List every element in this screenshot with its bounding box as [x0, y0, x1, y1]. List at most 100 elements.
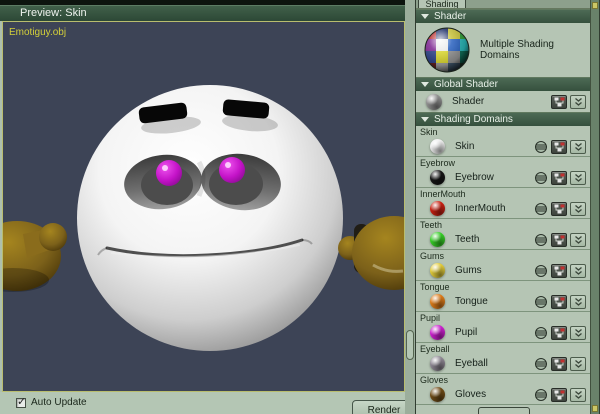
- preview-titlebar: Preview: Skin: [0, 5, 405, 21]
- domain-group: Pupil Pupil: [416, 312, 592, 343]
- shading-panel-content: Shader Multiple Shading Domains Global S…: [416, 9, 592, 414]
- preview-sphere-icon[interactable]: [533, 233, 548, 247]
- partial-button-cutoff[interactable]: [478, 407, 530, 414]
- domain-name: Tongue: [455, 296, 488, 307]
- domain-row[interactable]: Eyebrow: [416, 168, 592, 187]
- domain-group: Gloves Gloves: [416, 374, 592, 405]
- domain-group: Teeth Teeth: [416, 219, 592, 250]
- texture-editor-button[interactable]: [551, 294, 567, 309]
- shader-name: Shader: [452, 96, 485, 107]
- texture-editor-button[interactable]: [551, 263, 567, 278]
- splitter-grip-handle[interactable]: [406, 330, 414, 360]
- pane-splitter[interactable]: [405, 0, 415, 414]
- domain-label: Gums: [420, 251, 445, 261]
- material-sphere-swatch: [426, 93, 442, 110]
- domain-label: Tongue: [420, 282, 450, 292]
- domain-name: Gloves: [455, 389, 487, 400]
- expand-chevron-button[interactable]: [570, 139, 586, 154]
- character-render: [3, 22, 404, 391]
- preview-sphere-icon[interactable]: [533, 357, 548, 371]
- auto-update-label: Auto Update: [31, 397, 87, 408]
- domain-group: Skin Skin: [416, 126, 592, 157]
- preview-sphere-icon[interactable]: [533, 295, 548, 309]
- domain-name: Skin: [455, 141, 475, 152]
- panel-scrollbar[interactable]: [590, 0, 599, 414]
- texture-editor-button[interactable]: [551, 170, 567, 185]
- expand-chevron-button[interactable]: [570, 325, 586, 340]
- section-header-label: Shader: [434, 10, 467, 22]
- domain-row[interactable]: Gloves: [416, 385, 592, 404]
- domain-name: Gums: [455, 265, 482, 276]
- domain-row[interactable]: Eyeball: [416, 354, 592, 373]
- texture-editor-button[interactable]: [551, 356, 567, 371]
- texture-editor-button[interactable]: [551, 94, 567, 109]
- shader-preview-row: Multiple Shading Domains: [416, 23, 592, 77]
- domain-label: Eyeball: [420, 344, 450, 354]
- domain-row[interactable]: InnerMouth: [416, 199, 592, 218]
- domain-row[interactable]: Gums: [416, 261, 592, 280]
- domain-group: Gums Gums: [416, 250, 592, 281]
- panel-tabstrip: Shading: [416, 0, 592, 9]
- shading-domains-list: Skin Skin Eyebrow Eyebrow InnerMouth Inn…: [416, 126, 592, 405]
- auto-update-toggle[interactable]: ✓ Auto Update: [16, 395, 87, 408]
- global-shader-row[interactable]: Shader: [416, 91, 592, 112]
- collapse-triangle-icon: [421, 117, 429, 122]
- domain-row[interactable]: Teeth: [416, 230, 592, 249]
- preview-sphere-icon[interactable]: [533, 388, 548, 402]
- shader-caption: Multiple Shading Domains: [480, 39, 554, 61]
- preview-sphere-icon[interactable]: [533, 171, 548, 185]
- tab-shading[interactable]: Shading: [418, 0, 466, 8]
- expand-chevron-button[interactable]: [570, 263, 586, 278]
- expand-chevron-button[interactable]: [570, 294, 586, 309]
- collapse-triangle-icon: [421, 14, 429, 19]
- section-header-global-shader[interactable]: Global Shader: [416, 77, 592, 91]
- domain-group: Tongue Tongue: [416, 281, 592, 312]
- section-header-label: Global Shader: [434, 78, 498, 90]
- domain-label: Gloves: [420, 375, 449, 385]
- material-sphere-swatch: [430, 387, 445, 402]
- domain-group: Eyeball Eyeball: [416, 343, 592, 374]
- domain-label: Skin: [420, 127, 438, 137]
- checkmark-icon: ✓: [17, 395, 27, 408]
- section-header-shader[interactable]: Shader: [416, 9, 592, 23]
- shading-panel: Shading Shader Multiple Shading Domains …: [415, 0, 600, 414]
- preview-sphere-icon[interactable]: [533, 326, 548, 340]
- domain-name: Pupil: [455, 327, 478, 338]
- scrollbar-bottom-marker[interactable]: [592, 405, 598, 412]
- expand-chevron-button[interactable]: [570, 201, 586, 216]
- expand-chevron-button[interactable]: [570, 94, 586, 109]
- expand-chevron-button[interactable]: [570, 387, 586, 402]
- section-header-shading-domains[interactable]: Shading Domains: [416, 112, 592, 126]
- domain-label: InnerMouth: [420, 189, 466, 199]
- domain-label: Teeth: [420, 220, 443, 230]
- preview-footer: ✓ Auto Update Render: [0, 392, 416, 414]
- preview-sphere-icon[interactable]: [533, 202, 548, 216]
- domain-row[interactable]: Skin: [416, 137, 592, 156]
- auto-update-checkbox[interactable]: ✓: [16, 395, 27, 408]
- texture-editor-button[interactable]: [551, 232, 567, 247]
- domain-name: Eyebrow: [455, 172, 494, 183]
- texture-editor-button[interactable]: [551, 139, 567, 154]
- material-sphere-swatch: [430, 263, 445, 278]
- expand-chevron-button[interactable]: [570, 356, 586, 371]
- domain-group: Eyebrow Eyebrow: [416, 157, 592, 188]
- object-name-label: Emotiguy.obj: [9, 27, 67, 38]
- preview-sphere-icon[interactable]: [533, 264, 548, 278]
- material-sphere-swatch: [430, 170, 445, 185]
- expand-chevron-button[interactable]: [570, 232, 586, 247]
- domain-label: Pupil: [420, 313, 441, 323]
- expand-chevron-button[interactable]: [570, 170, 586, 185]
- material-sphere-swatch: [430, 356, 445, 371]
- texture-editor-button[interactable]: [551, 201, 567, 216]
- collapse-triangle-icon: [421, 82, 429, 87]
- domain-row[interactable]: Pupil: [416, 323, 592, 342]
- material-sphere-swatch: [430, 294, 445, 309]
- preview-sphere-icon[interactable]: [533, 140, 548, 154]
- texture-editor-button[interactable]: [551, 387, 567, 402]
- material-sphere-swatch: [430, 201, 445, 216]
- domain-row[interactable]: Tongue: [416, 292, 592, 311]
- scrollbar-top-marker[interactable]: [592, 2, 598, 9]
- preview-title: Preview: Skin: [20, 7, 87, 19]
- 3d-preview-viewport[interactable]: Emotiguy.obj: [2, 21, 405, 392]
- texture-editor-button[interactable]: [551, 325, 567, 340]
